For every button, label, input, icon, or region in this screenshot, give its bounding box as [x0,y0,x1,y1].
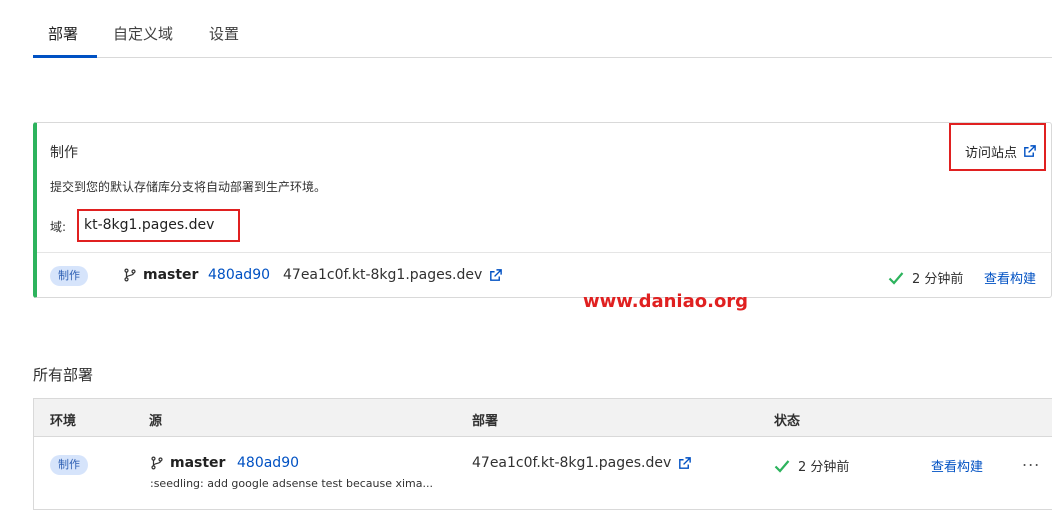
card-divider [37,252,1052,253]
row-deployment-url-link[interactable]: 47ea1c0f.kt-8kg1.pages.dev [472,455,692,471]
deployments-table: 环境 源 部署 状态 制作 master 480ad90 :seedling: … [33,398,1052,510]
deployment-url-link[interactable]: 47ea1c0f.kt-8kg1.pages.dev [283,267,503,283]
tab-custom-domains[interactable]: 自定义域 [113,23,173,44]
tab-settings[interactable]: 设置 [209,23,239,44]
visit-site-label: 访问站点 [965,146,1018,161]
view-build-link[interactable]: 查看构建 [984,268,1036,287]
branch-icon [151,456,163,470]
row-env-badge-label: 制作 [50,455,88,475]
external-link-icon [490,268,503,281]
column-header-env: 环境 [50,414,77,429]
production-title: 制作 [50,145,78,161]
row-branch: master [150,455,225,471]
tab-deployments[interactable]: 部署 [48,23,78,44]
commit-hash-link[interactable]: 480ad90 [208,267,270,283]
row-deployment-status: 2 分钟前 [774,456,849,475]
tab-bar: 部署 自定义域 设置 [33,0,1052,58]
row-view-build-link[interactable]: 查看构建 [931,456,983,475]
row-status-time: 2 分钟前 [798,460,850,475]
deployment-status: 2 分钟前 [888,268,963,287]
check-icon [774,459,790,473]
branch-icon [124,268,136,282]
watermark: www.daniao.org [583,291,749,312]
row-commit-hash-link[interactable]: 480ad90 [237,455,299,471]
visit-site-link[interactable]: 访问站点 [965,142,1037,161]
more-icon[interactable]: ... [1022,451,1040,470]
domain-label: 域: [50,220,67,234]
branch-name: master [143,267,199,283]
row-commit-message: :seedling: add google adsense test becau… [150,477,433,490]
external-link-icon [1024,145,1036,157]
external-link-icon [679,456,692,469]
production-description: 提交到您的默认存储库分支将自动部署到生产环境。 [50,180,327,194]
row-env-badge: 制作 [50,455,88,475]
row-deployment-url: 47ea1c0f.kt-8kg1.pages.dev [472,455,672,471]
status-time: 2 分钟前 [912,272,964,287]
deployment-url: 47ea1c0f.kt-8kg1.pages.dev [283,267,483,283]
row-branch-name: master [170,455,226,471]
production-card: 制作 访问站点 提交到您的默认存储库分支将自动部署到生产环境。 域: kt-8k… [33,122,1052,298]
domain-value: kt-8kg1.pages.dev [84,217,215,233]
env-badge: 制作 [50,266,88,286]
column-header-deployment: 部署 [472,414,499,429]
env-badge-label: 制作 [50,266,88,286]
column-header-status: 状态 [774,414,801,429]
table-header: 环境 源 部署 状态 [34,399,1052,437]
check-icon [888,271,904,285]
all-deployments-title: 所有部署 [33,366,94,384]
column-header-source: 源 [149,414,163,429]
branch: master [123,267,198,283]
active-tab-indicator [33,55,97,58]
